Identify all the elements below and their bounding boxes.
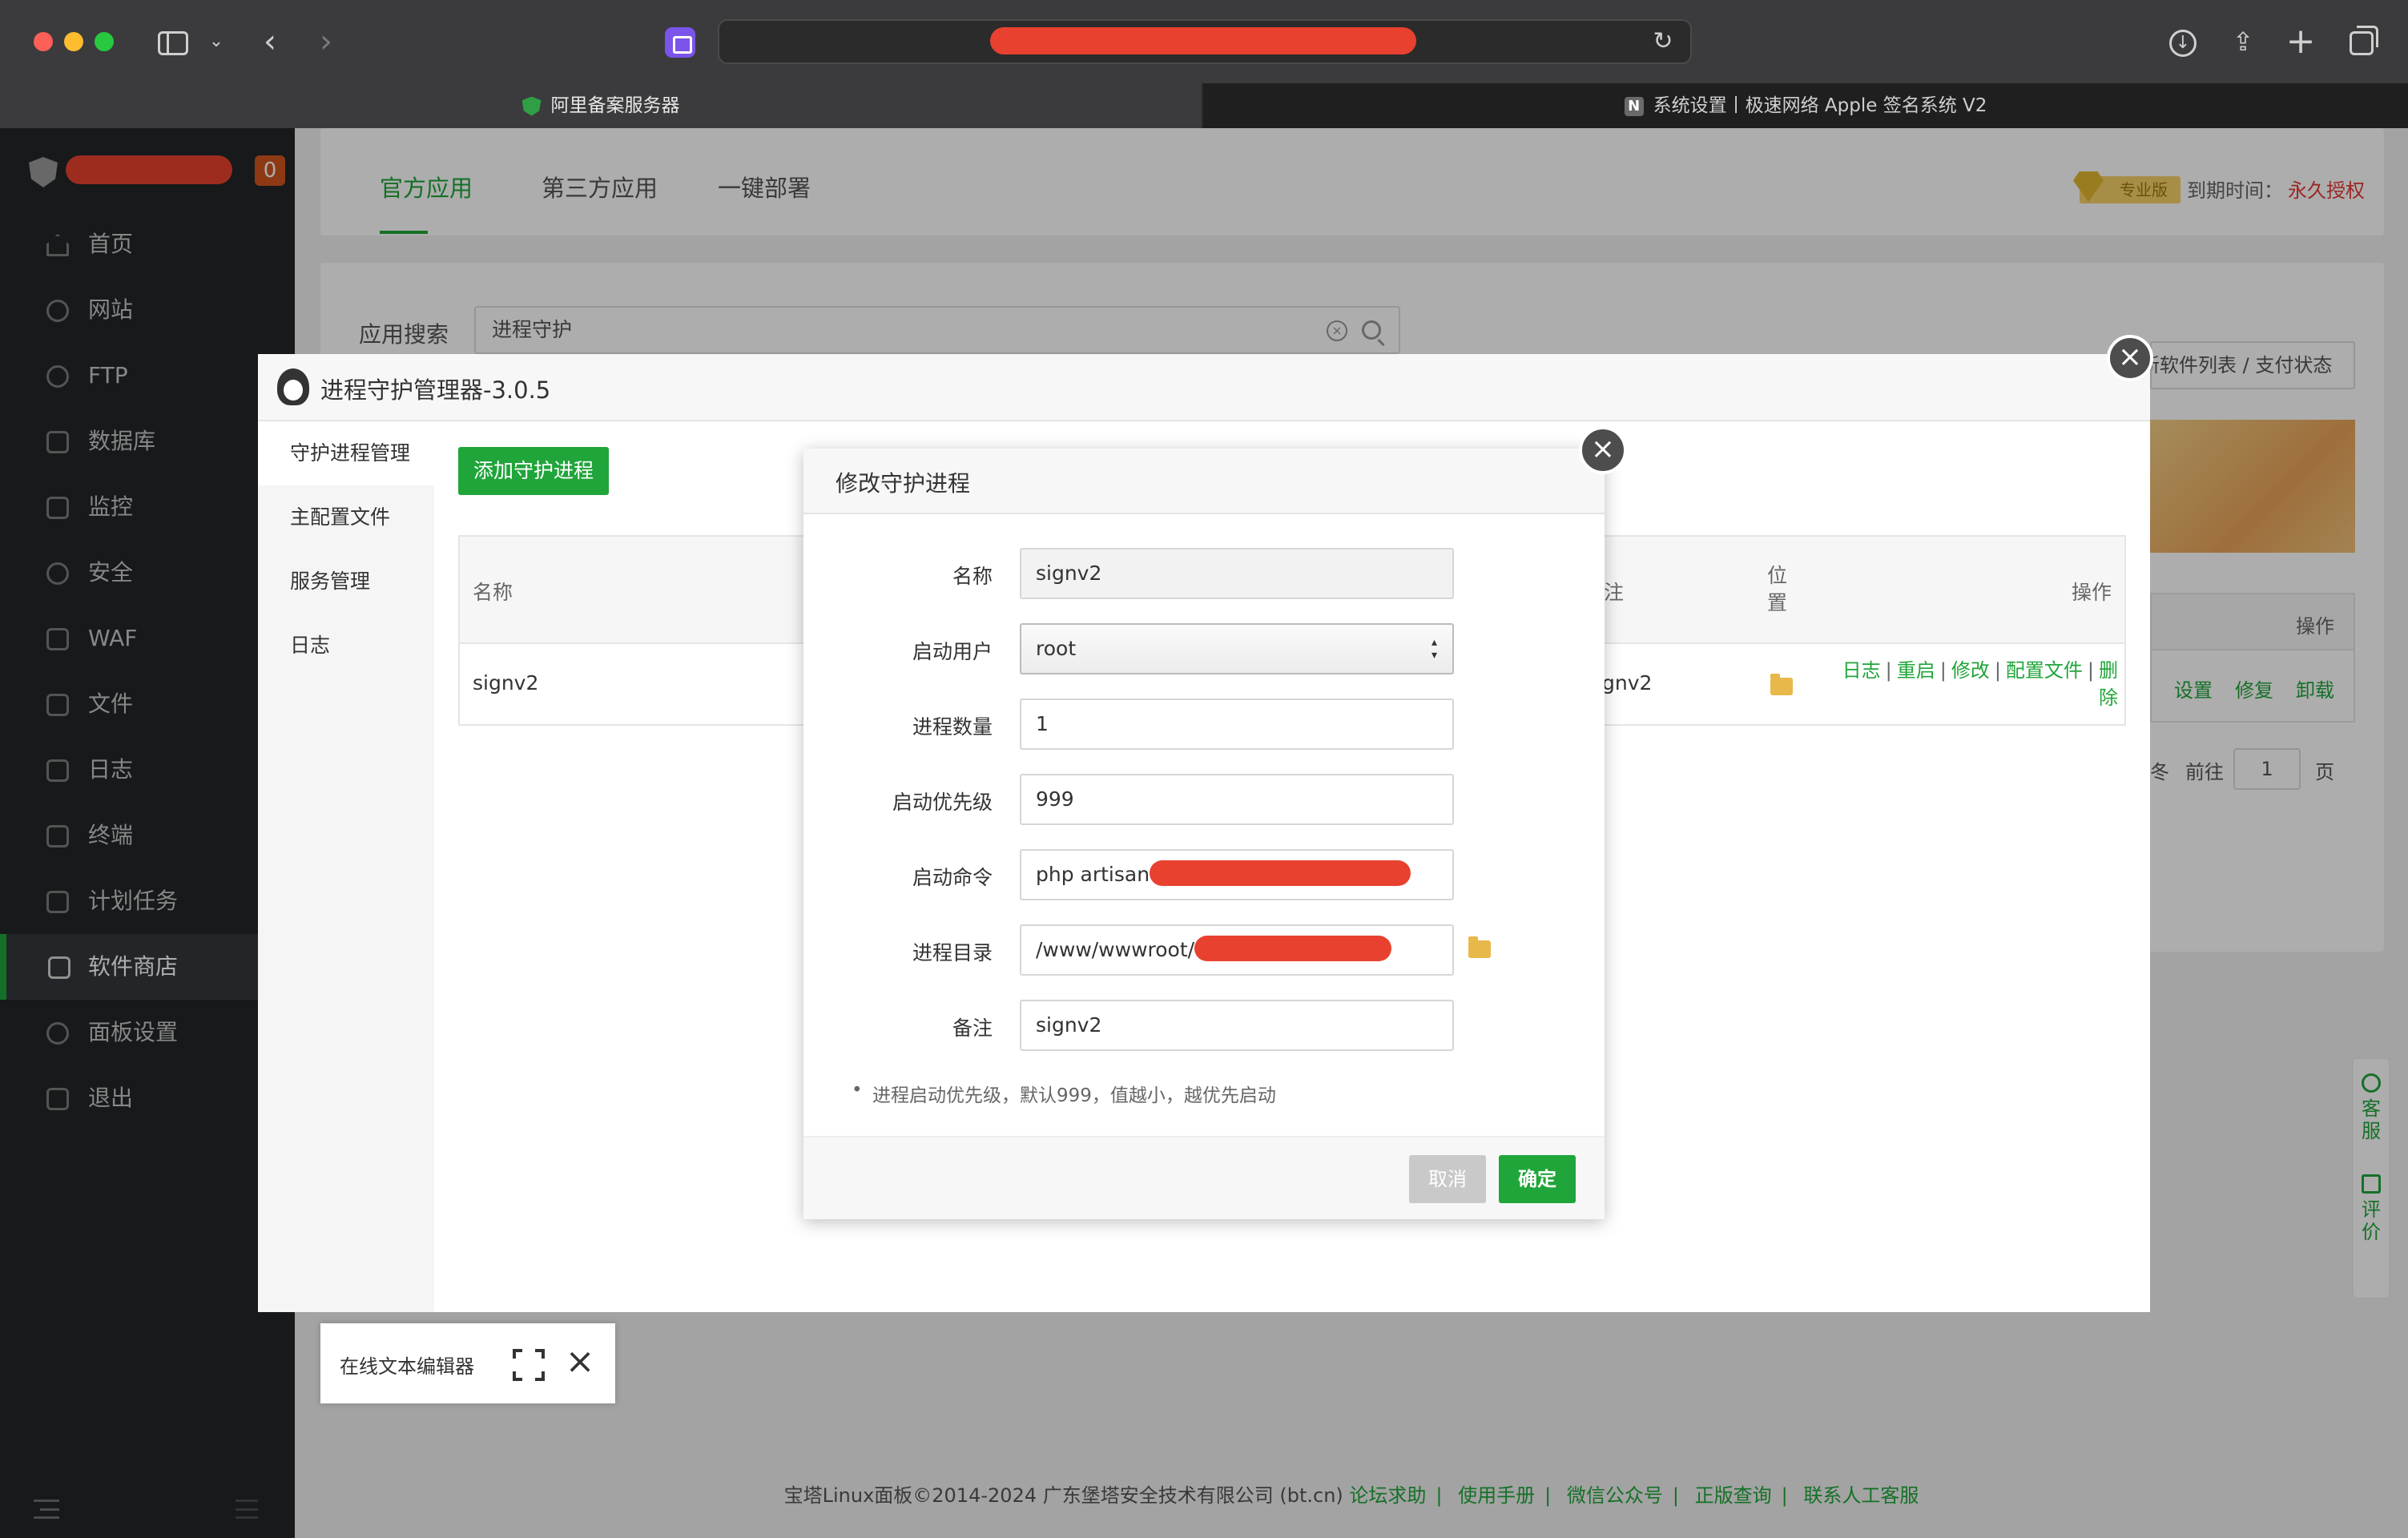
command-label: 启动命令 — [912, 866, 993, 889]
browser-tab-label: 系统设置丨极速网络 Apple 签名系统 V2 — [1653, 95, 1987, 116]
process-count-field[interactable]: 1 — [1020, 699, 1454, 750]
directory-field[interactable]: /www/wwwroot/ — [1020, 924, 1454, 976]
field-row-name: 名称 signv2 — [803, 548, 1605, 599]
dialog-footer: 取消 确定 — [803, 1136, 1605, 1219]
download-icon[interactable]: ↓ — [2165, 24, 2201, 59]
name-field[interactable]: signv2 — [1020, 548, 1454, 599]
extension-icon[interactable] — [665, 27, 695, 58]
remark-field[interactable]: signv2 — [1020, 1000, 1454, 1051]
column-name: 名称 — [473, 581, 513, 604]
forward-icon[interactable]: › — [314, 24, 338, 59]
field-row-priority: 启动优先级 999 — [803, 774, 1605, 825]
chevron-down-icon[interactable]: ⌄ — [205, 24, 228, 59]
field-row-user: 启动用户 root ▴ ▾ — [803, 623, 1605, 674]
back-icon[interactable]: ‹ — [258, 24, 282, 59]
command-field[interactable]: php artisan — [1020, 849, 1454, 900]
row-remark: gnv2 — [1602, 671, 1653, 695]
row-ops: 日志 | 重启 | 修改 | 配置文件 | 删除 — [1842, 659, 2118, 709]
online-editor-bar[interactable]: 在线文本编辑器 × — [320, 1323, 615, 1403]
directory-redaction — [1194, 936, 1392, 961]
shield-icon — [521, 96, 542, 116]
close-modal-button[interactable]: × — [2107, 335, 2153, 381]
tab-overview-icon[interactable] — [2344, 24, 2379, 59]
dialog-title: 修改守护进程 — [836, 470, 971, 497]
config-file-link[interactable]: 配置文件 — [2006, 659, 2083, 682]
close-icon[interactable]: × — [564, 1344, 596, 1379]
remark-label: 备注 — [952, 1017, 993, 1040]
close-window-button[interactable] — [34, 32, 53, 51]
edit-link[interactable]: 修改 — [1951, 659, 1990, 682]
log-link[interactable]: 日志 — [1842, 659, 1881, 682]
command-value: php artisan — [1036, 863, 1150, 886]
delete-link[interactable]: 删除 — [2099, 659, 2118, 709]
close-dialog-button[interactable]: × — [1579, 426, 1627, 474]
name-label: 名称 — [952, 565, 993, 588]
directory-label: 进程目录 — [912, 941, 993, 964]
user-label: 启动用户 — [912, 640, 993, 663]
tab-strip: 阿里备案服务器 N 系统设置丨极速网络 Apple 签名系统 V2 — [0, 83, 2408, 128]
editor-label: 在线文本编辑器 — [340, 1355, 474, 1378]
browser-titlebar: ⌄ ‹ › ↻ ↓ ⇪ + — [0, 0, 2408, 83]
select-arrows-icon: ▴ ▾ — [1432, 636, 1438, 662]
new-tab-icon[interactable]: + — [2283, 24, 2318, 59]
field-row-remark: 备注 signv2 — [803, 1000, 1605, 1051]
command-redaction — [1150, 860, 1411, 886]
count-label: 进程数量 — [912, 715, 993, 739]
confirm-button[interactable]: 确定 — [1499, 1155, 1576, 1203]
tab-process-management[interactable]: 守护进程管理 — [258, 421, 434, 485]
reload-icon[interactable]: ↻ — [1649, 27, 1677, 56]
n-logo-icon: N — [1624, 96, 1644, 116]
cancel-button[interactable]: 取消 — [1409, 1155, 1486, 1203]
column-remark: 注 — [1604, 581, 1625, 604]
url-redaction — [990, 27, 1416, 54]
sidebar-toggle-icon[interactable] — [157, 24, 189, 59]
user-value: root — [1036, 637, 1077, 660]
modal-title: 进程守护管理器-3.0.5 — [320, 376, 551, 404]
linux-penguin-icon — [277, 368, 309, 405]
tab-service-management[interactable]: 服务管理 — [258, 550, 434, 614]
priority-field[interactable]: 999 — [1020, 774, 1454, 825]
modal-sidebar: 守护进程管理 主配置文件 服务管理 日志 — [258, 421, 434, 1312]
edit-process-dialog: 修改守护进程 × 名称 signv2 启动用户 root ▴ ▾ 进程数量 1 启… — [803, 426, 1627, 1219]
field-row-count: 进程数量 1 — [803, 699, 1605, 750]
field-row-directory: 进程目录 /www/wwwroot/ — [803, 924, 1605, 976]
column-ops: 操作 — [2071, 581, 2112, 604]
address-bar[interactable]: ↻ — [718, 19, 1692, 64]
share-icon[interactable]: ⇪ — [2225, 24, 2261, 59]
directory-value: /www/wwwroot/ — [1036, 938, 1195, 961]
tab-logs[interactable]: 日志 — [258, 614, 434, 678]
folder-icon[interactable] — [1770, 674, 1793, 695]
dialog-header: 修改守护进程 — [803, 449, 1605, 514]
column-location: 位置 — [1767, 564, 1788, 614]
browser-tab-label: 阿里备案服务器 — [550, 95, 680, 116]
folder-icon[interactable] — [1468, 936, 1491, 958]
browser-tab[interactable]: N 系统设置丨极速网络 Apple 签名系统 V2 — [1203, 83, 2408, 128]
minimize-window-button[interactable] — [64, 32, 83, 51]
user-select[interactable]: root ▴ ▾ — [1020, 623, 1454, 674]
restart-link[interactable]: 重启 — [1897, 659, 1935, 682]
tab-main-config[interactable]: 主配置文件 — [258, 485, 434, 550]
add-process-button[interactable]: 添加守护进程 — [458, 447, 609, 495]
browser-tab-active[interactable]: 阿里备案服务器 — [0, 83, 1202, 128]
priority-hint: 进程启动优先级，默认999，值越小，越优先启动 — [852, 1080, 1276, 1107]
priority-label: 启动优先级 — [892, 791, 993, 814]
modal-header: 进程守护管理器-3.0.5 — [258, 354, 2150, 421]
fullscreen-icon[interactable] — [511, 1347, 546, 1383]
field-row-command: 启动命令 php artisan — [803, 849, 1605, 900]
row-name: signv2 — [473, 671, 539, 695]
zoom-window-button[interactable] — [95, 32, 114, 51]
